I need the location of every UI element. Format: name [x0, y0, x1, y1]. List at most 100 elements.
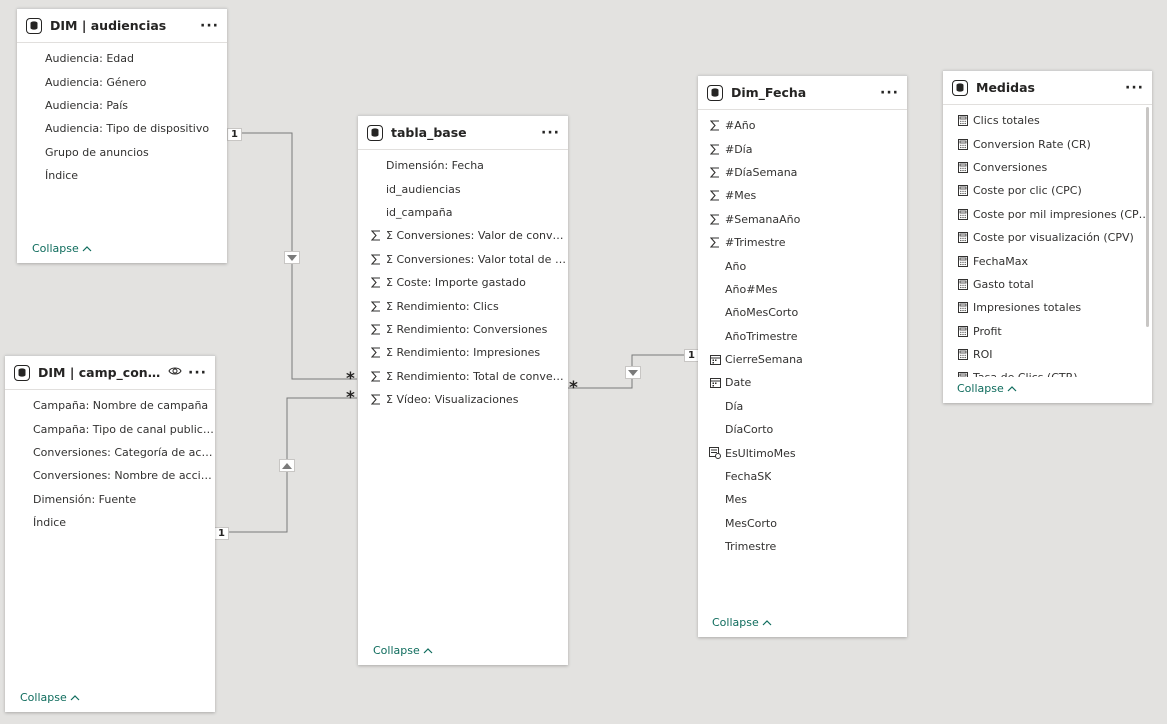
table-card-tabla_base[interactable]: tabla_base ··· Dimensión: Fecha id_audien… [358, 115, 568, 665]
field-item[interactable]: DíaCorto [707, 418, 907, 441]
field-item[interactable]: Clics totales [955, 109, 1152, 132]
table-card-medidas[interactable]: Medidas ··· Clics totales Conversion Rate… [943, 70, 1152, 403]
field-item[interactable]: Impresiones totales [955, 296, 1152, 319]
field-item[interactable]: FechaMax [955, 249, 1152, 272]
table-header[interactable]: DIM | camp_conv_f... ··· [5, 356, 215, 390]
field-item[interactable]: #Día [707, 137, 907, 160]
field-item[interactable]: Conversiones: Categoría de acción... [33, 441, 215, 464]
field-item[interactable]: Σ Conversiones: Valor total de con... [368, 248, 568, 271]
calendar-icon [707, 377, 723, 389]
field-item[interactable]: Índice [45, 164, 227, 187]
collapse-button[interactable]: Collapse [712, 616, 772, 629]
field-item[interactable]: Grupo de anuncios [45, 141, 227, 164]
field-item[interactable]: Σ Rendimiento: Total de conversio... [368, 365, 568, 388]
field-item[interactable]: Σ Vídeo: Visualizaciones [368, 388, 568, 411]
filter-direction-down-icon[interactable] [284, 251, 300, 264]
field-item[interactable]: Audiencia: Género [45, 70, 227, 93]
field-item[interactable]: Coste por clic (CPC) [955, 179, 1152, 202]
field-item[interactable]: AñoMesCorto [707, 301, 907, 324]
database-icon [952, 79, 968, 96]
field-label: EsUltimoMes [725, 446, 796, 460]
field-item[interactable]: Tasa de Clics (CTR) [955, 366, 1152, 377]
table-header[interactable]: DIM | audiencias ··· [17, 9, 227, 43]
field-item[interactable]: Día [707, 395, 907, 418]
field-item[interactable]: Audiencia: Tipo de dispositivo [45, 117, 227, 140]
field-item[interactable]: Profit [955, 320, 1152, 343]
field-label: Σ Rendimiento: Conversiones [386, 322, 548, 336]
collapse-label: Collapse [957, 382, 1004, 395]
field-item[interactable]: FechaSK [707, 465, 907, 488]
field-item[interactable]: Campaña: Tipo de canal publicitario [33, 417, 215, 440]
filter-direction-down-icon[interactable] [625, 366, 641, 379]
collapse-button[interactable]: Collapse [20, 691, 80, 704]
field-label: FechaMax [973, 254, 1028, 268]
more-options-icon[interactable]: ··· [541, 126, 560, 140]
field-item[interactable]: Dimensión: Fecha [368, 154, 568, 177]
field-item[interactable]: Audiencia: País [45, 94, 227, 117]
calculator-icon [955, 255, 971, 267]
field-item[interactable]: EsUltimoMes [707, 441, 907, 464]
field-item[interactable]: #DíaSemana [707, 161, 907, 184]
field-item[interactable]: Audiencia: Edad [45, 47, 227, 70]
field-item[interactable]: id_audiencias [368, 177, 568, 200]
field-item[interactable]: Gasto total [955, 273, 1152, 296]
field-item[interactable]: Conversiones: Nombre de acción ... [33, 464, 215, 487]
field-item[interactable]: Σ Coste: Importe gastado [368, 271, 568, 294]
table-card-camp[interactable]: DIM | camp_conv_f... ··· Campaña: Nombre… [5, 355, 215, 712]
field-item[interactable]: id_campaña [368, 201, 568, 224]
calculator-icon [955, 232, 971, 244]
collapse-button[interactable]: Collapse [957, 382, 1017, 395]
field-list: Dimensión: Fecha id_audiencias id_campaña Σ… [358, 150, 568, 411]
field-item[interactable]: Mes [707, 488, 907, 511]
table-card-audiencias[interactable]: DIM | audiencias ··· Audiencia: Edad Aud… [17, 8, 227, 263]
field-item[interactable]: Coste por visualización (CPV) [955, 226, 1152, 249]
field-item[interactable]: Conversion Rate (CR) [955, 132, 1152, 155]
more-options-icon[interactable]: ··· [188, 366, 207, 380]
field-label: Coste por clic (CPC) [973, 184, 1082, 198]
more-options-icon[interactable]: ··· [880, 86, 899, 100]
field-item[interactable]: Conversiones [955, 156, 1152, 179]
field-item[interactable]: #SemanaAño [707, 208, 907, 231]
table-header[interactable]: tabla_base ··· [358, 116, 568, 150]
table-header[interactable]: Dim_Fecha ··· [698, 76, 907, 110]
table-card-dim_fecha[interactable]: Dim_Fecha ··· #Año #Día #DíaSemana #Mes #Sem… [698, 75, 907, 637]
field-item[interactable]: Año [707, 254, 907, 277]
chevron-up-icon [1007, 385, 1017, 391]
field-label: Trimestre [725, 540, 777, 554]
field-item[interactable]: CierreSemana [707, 348, 907, 371]
field-item[interactable]: Campaña: Nombre de campaña [33, 394, 215, 417]
filter-direction-up-icon[interactable] [279, 459, 295, 472]
more-options-icon[interactable]: ··· [1125, 81, 1144, 95]
more-options-icon[interactable]: ··· [200, 19, 219, 33]
sigma-icon [368, 277, 384, 288]
field-label: AñoTrimestre [725, 329, 798, 343]
field-item[interactable]: #Trimestre [707, 231, 907, 254]
chevron-up-icon [70, 694, 80, 700]
collapse-button[interactable]: Collapse [32, 242, 92, 255]
field-item[interactable]: Σ Rendimiento: Clics [368, 294, 568, 317]
field-item[interactable]: ROI [955, 343, 1152, 366]
field-item[interactable]: MesCorto [707, 512, 907, 535]
cardinality-one-label: 1 [684, 349, 699, 362]
field-item[interactable]: Σ Rendimiento: Conversiones [368, 318, 568, 341]
field-item[interactable]: Σ Rendimiento: Impresiones [368, 341, 568, 364]
field-item[interactable]: Dimensión: Fuente [33, 488, 215, 511]
field-label: Σ Conversiones: Valor total de con... [386, 252, 568, 266]
field-item[interactable]: Trimestre [707, 535, 907, 558]
collapse-button[interactable]: Collapse [373, 644, 433, 657]
sigma-icon [368, 300, 384, 312]
field-item[interactable]: Date [707, 371, 907, 394]
field-item[interactable]: #Mes [707, 184, 907, 207]
field-item[interactable]: Índice [33, 511, 215, 534]
calculator-icon [955, 302, 971, 314]
field-label: Σ Vídeo: Visualizaciones [386, 393, 519, 407]
field-item[interactable]: Año#Mes [707, 278, 907, 301]
field-item[interactable]: Σ Conversiones: Valor de conversi... [368, 224, 568, 247]
field-item[interactable]: #Año [707, 114, 907, 137]
eye-icon[interactable] [168, 366, 182, 379]
field-label: Σ Rendimiento: Total de conversio... [386, 369, 568, 383]
field-item[interactable]: AñoTrimestre [707, 325, 907, 348]
field-item[interactable]: Coste por mil impresiones (CPM) [955, 203, 1152, 226]
table-header[interactable]: Medidas ··· [943, 71, 1152, 105]
scrollbar[interactable] [1146, 107, 1149, 327]
